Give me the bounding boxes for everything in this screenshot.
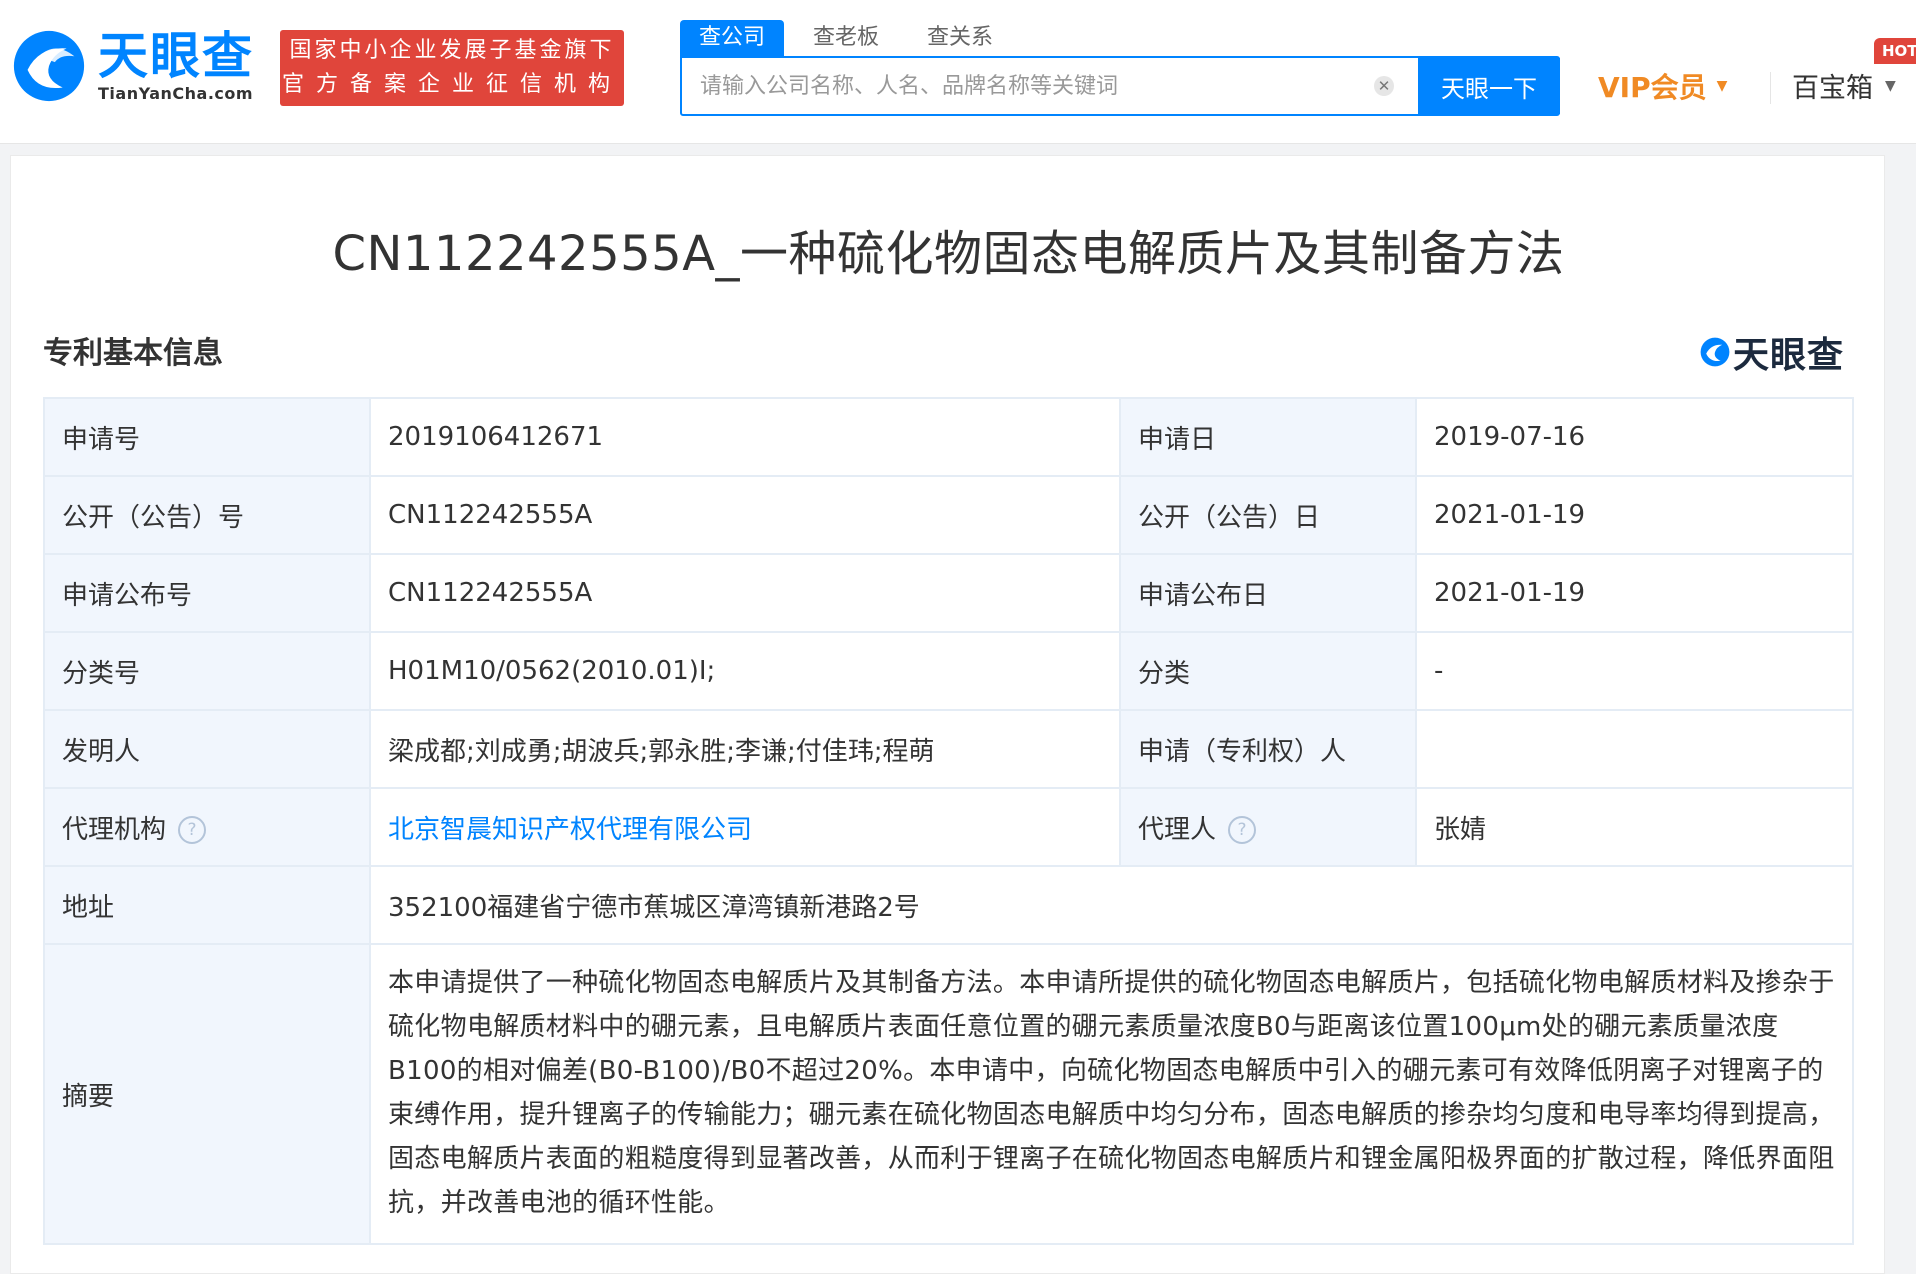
agent-cell: 代理人? <box>1119 787 1417 867</box>
gov-badge-line1: 国家中小企业发展子基金旗下 <box>289 38 615 63</box>
tab-relation[interactable]: 查关系 <box>908 20 1012 56</box>
publication-date-label: 公开（公告）日 <box>1119 475 1417 555</box>
vip-label: VIP会员 <box>1598 71 1707 104</box>
hot-badge: HOT <box>1874 38 1916 64</box>
patent-info-table: 申请号 2019106412671 申请日 2019-07-16 公开（公告）号… <box>43 397 1854 1245</box>
search-box: ✕ 天眼一下 <box>680 56 1560 116</box>
applicant-value <box>1415 709 1854 789</box>
publication-date-value: 2021-01-19 <box>1415 475 1854 555</box>
logo-domain: TianYanCha.com <box>98 84 254 103</box>
category-label: 分类 <box>1119 631 1417 711</box>
caret-down-icon: ▼ <box>1885 77 1896 94</box>
category-value: - <box>1415 631 1854 711</box>
agency-cell-value: 北京智晨知识产权代理有限公司 <box>369 787 1121 867</box>
table-row: 摘要 本申请提供了一种硫化物固态电解质片及其制备方法。本申请所提供的硫化物固态电… <box>43 943 1854 1245</box>
application-date-value: 2019-07-16 <box>1415 397 1854 477</box>
question-circle-icon[interactable]: ? <box>1228 816 1257 844</box>
table-row: 公开（公告）号 CN112242555A 公开（公告）日 2021-01-19 <box>43 475 1854 555</box>
search-input[interactable] <box>682 58 1374 114</box>
agency-label: 代理机构 <box>62 814 167 845</box>
vip-member-menu[interactable]: VIP会员 ▼ <box>1598 66 1727 106</box>
government-badge: 国家中小企业发展子基金旗下 官方备案企业征信机构 <box>280 30 624 106</box>
address-value: 352100福建省宁德市蕉城区漳湾镇新港路2号 <box>369 865 1854 945</box>
publication-no-value: CN112242555A <box>369 475 1121 555</box>
caret-down-icon: ▼ <box>1716 78 1728 94</box>
agency-cell: 代理机构? <box>43 787 371 867</box>
publication-no-label: 公开（公告）号 <box>43 475 371 555</box>
application-date-label: 申请日 <box>1119 397 1417 477</box>
class-no-label: 分类号 <box>43 631 371 711</box>
inventors-value: 梁成都;刘成勇;胡波兵;郭永胜;李谦;付佳玮;程萌 <box>369 709 1121 789</box>
tianyancha-logo-icon <box>1700 337 1730 367</box>
application-no-value: 2019106412671 <box>369 397 1121 477</box>
table-row: 发明人 梁成都;刘成勇;胡波兵;郭永胜;李谦;付佳玮;程萌 申请（专利权）人 <box>43 709 1854 789</box>
table-row: 分类号 H01M10/0562(2010.01)I; 分类 - <box>43 631 1854 711</box>
table-row: 地址 352100福建省宁德市蕉城区漳湾镇新港路2号 <box>43 865 1854 945</box>
top-header: 天眼查 TianYanCha.com 国家中小企业发展子基金旗下 官方备案企业征… <box>0 0 1916 144</box>
search-button[interactable]: 天眼一下 <box>1418 58 1560 114</box>
page-title: CN112242555A_一种硫化物固态电解质片及其制备方法 <box>332 226 1565 282</box>
abstract-value: 本申请提供了一种硫化物固态电解质片及其制备方法。本申请所提供的硫化物固态电解质片… <box>369 943 1854 1245</box>
gov-badge-line2: 官方备案企业征信机构 <box>281 72 622 97</box>
tab-company[interactable]: 查公司 <box>680 20 785 56</box>
site-logo[interactable]: 天眼查 TianYanCha.com <box>10 26 254 106</box>
announce-date-label: 申请公布日 <box>1119 553 1417 633</box>
table-row: 申请号 2019106412671 申请日 2019-07-16 <box>43 397 1854 477</box>
section-title: 专利基本信息 <box>43 336 223 371</box>
inventors-label: 发明人 <box>43 709 371 789</box>
question-circle-icon[interactable]: ? <box>178 816 207 844</box>
table-row: 代理机构? 北京智晨知识产权代理有限公司 代理人? 张婧 <box>43 787 1854 867</box>
clear-search-icon[interactable]: ✕ <box>1374 76 1394 96</box>
table-row: 申请公布号 CN112242555A 申请公布日 2021-01-19 <box>43 553 1854 633</box>
application-no-label: 申请号 <box>43 397 371 477</box>
patent-card: CN112242555A_一种硫化物固态电解质片及其制备方法 专利基本信息 天眼… <box>10 155 1885 1274</box>
tab-boss[interactable]: 查老板 <box>794 20 898 56</box>
agent-value: 张婧 <box>1415 787 1854 867</box>
tianyancha-logo-icon <box>13 30 85 102</box>
logo-title: 天眼查 <box>98 27 254 85</box>
header-divider <box>1770 72 1771 104</box>
class-no-value: H01M10/0562(2010.01)I; <box>369 631 1121 711</box>
announce-no-label: 申请公布号 <box>43 553 371 633</box>
abstract-label: 摘要 <box>43 943 371 1245</box>
watermark-logo: 天眼查 <box>1699 326 1844 378</box>
search-tabs: 查公司 查老板 查关系 <box>680 20 1022 56</box>
toolbox-menu[interactable]: 百宝箱 ▼ <box>1792 66 1896 105</box>
address-label: 地址 <box>43 865 371 945</box>
agency-link[interactable]: 北京智晨知识产权代理有限公司 <box>388 815 752 845</box>
toolbox-label: 百宝箱 <box>1792 73 1873 104</box>
watermark-text: 天眼查 <box>1733 335 1845 376</box>
announce-date-value: 2021-01-19 <box>1415 553 1854 633</box>
agent-label: 代理人 <box>1138 814 1217 845</box>
applicant-label: 申请（专利权）人 <box>1119 709 1417 789</box>
announce-no-value: CN112242555A <box>369 553 1121 633</box>
